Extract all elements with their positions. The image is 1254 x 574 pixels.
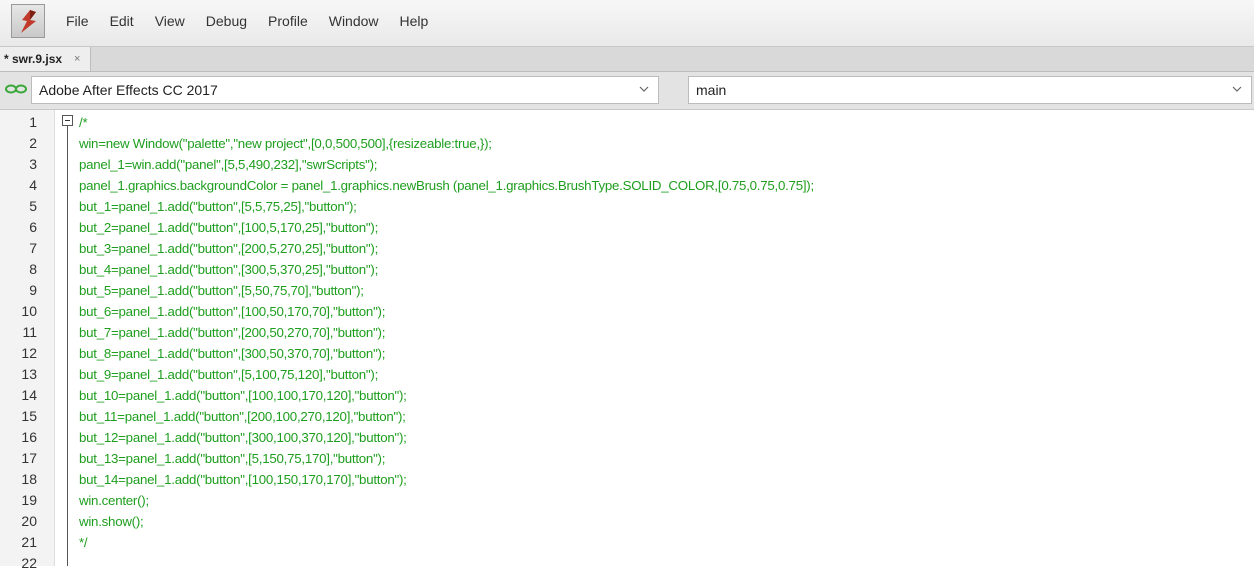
line-number: 8 (29, 261, 37, 277)
code-line[interactable]: 4 panel_1.graphics.backgroundColor = pane… (0, 175, 1254, 196)
menu-view[interactable]: View (155, 13, 185, 29)
line-number: 4 (29, 177, 37, 193)
line-number: 21 (21, 534, 37, 550)
engine-select[interactable]: main (688, 76, 1252, 104)
line-number: 11 (22, 324, 37, 340)
engine-value: main (696, 82, 727, 98)
line-number: 14 (21, 387, 37, 403)
line-number: 16 (21, 429, 37, 445)
code-text[interactable]: but_2=panel_1.add("button",[100,5,170,25… (79, 217, 378, 238)
code-text[interactable]: but_12=panel_1.add("button",[300,100,370… (79, 427, 407, 448)
code-text[interactable]: but_6=panel_1.add("button",[100,50,170,7… (79, 301, 385, 322)
line-number: 9 (29, 282, 37, 298)
code-text[interactable]: but_10=panel_1.add("button",[100,100,170… (79, 385, 407, 406)
line-number: 15 (21, 408, 37, 424)
code-text[interactable]: but_7=panel_1.add("button",[200,50,270,7… (79, 322, 385, 343)
estk-logo-icon (21, 10, 36, 33)
code-text[interactable]: but_8=panel_1.add("button",[300,50,370,7… (79, 343, 385, 364)
document-tab-bar: * swr.9.jsx × (0, 47, 1254, 72)
line-number: 10 (21, 303, 37, 319)
target-application-value: Adobe After Effects CC 2017 (39, 82, 218, 98)
line-number: 5 (29, 198, 37, 214)
line-number: 22 (21, 555, 37, 571)
chevron-down-icon (1232, 86, 1242, 92)
code-line[interactable]: 10 but_6=panel_1.add("button",[100,50,170… (0, 301, 1254, 322)
code-text[interactable]: but_1=panel_1.add("button",[5,5,75,25],"… (79, 196, 357, 217)
code-line[interactable]: 12 but_8=panel_1.add("button",[300,50,370… (0, 343, 1254, 364)
code-editor[interactable]: 1 /* 2 win=new Window("palette","new projec… (0, 110, 1254, 571)
document-tab[interactable]: * swr.9.jsx × (0, 47, 92, 71)
line-number: 2 (29, 135, 37, 151)
code-text[interactable]: but_9=panel_1.add("button",[5,100,75,120… (79, 364, 378, 385)
line-number: 20 (21, 513, 37, 529)
code-text[interactable]: but_3=panel_1.add("button",[200,5,270,25… (79, 238, 378, 259)
code-line[interactable]: 8 but_4=panel_1.add("button",[300,5,370,2… (0, 259, 1254, 280)
app-logo-icon[interactable] (11, 4, 45, 38)
line-number: 17 (21, 450, 37, 466)
link-icon[interactable] (5, 82, 27, 96)
menu-file[interactable]: File (66, 13, 89, 29)
code-text[interactable]: win=new Window("palette","new project",[… (79, 133, 492, 154)
menu-window[interactable]: Window (329, 13, 379, 29)
menu-profile[interactable]: Profile (268, 13, 308, 29)
code-text[interactable]: /* (79, 112, 88, 133)
line-number: 19 (21, 492, 37, 508)
code-line[interactable]: 3 panel_1=win.add("panel",[5,5,490,232],"… (0, 154, 1254, 175)
code-text[interactable]: but_11=panel_1.add("button",[200,100,270… (79, 406, 406, 427)
code-line[interactable]: 17 but_13=panel_1.add("button",[5,150,75,… (0, 448, 1254, 469)
menu-items: File Edit View Debug Profile Window Help (66, 13, 449, 29)
line-number: 7 (29, 240, 37, 256)
target-bar: Adobe After Effects CC 2017 main (0, 72, 1254, 110)
code-line[interactable]: 14 but_10=panel_1.add("button",[100,100,1… (0, 385, 1254, 406)
code-text[interactable]: but_5=panel_1.add("button",[5,50,75,70],… (79, 280, 364, 301)
code-text[interactable]: panel_1=win.add("panel",[5,5,490,232],"s… (79, 154, 377, 175)
code-line[interactable]: 19 win.center(); (0, 490, 1254, 511)
code-line[interactable]: 6 but_2=panel_1.add("button",[100,5,170,2… (0, 217, 1254, 238)
line-number: 6 (29, 219, 37, 235)
code-line[interactable]: 21 */ (0, 532, 1254, 553)
menu-edit[interactable]: Edit (110, 13, 134, 29)
menu-help[interactable]: Help (400, 13, 429, 29)
tab-label: * swr.9.jsx (4, 52, 63, 66)
target-application-select[interactable]: Adobe After Effects CC 2017 (31, 76, 659, 104)
code-line[interactable]: 2 win=new Window("palette","new project",… (0, 133, 1254, 154)
code-line[interactable]: 11 but_7=panel_1.add("button",[200,50,270… (0, 322, 1254, 343)
menu-bar: File Edit View Debug Profile Window Help (0, 0, 1254, 47)
code-line[interactable]: 15 but_11=panel_1.add("button",[200,100,2… (0, 406, 1254, 427)
code-text[interactable]: but_4=panel_1.add("button",[300,5,370,25… (79, 259, 378, 280)
code-text[interactable]: but_13=panel_1.add("button",[5,150,75,17… (79, 448, 385, 469)
menu-debug[interactable]: Debug (206, 13, 247, 29)
code-line[interactable]: 9 but_5=panel_1.add("button",[5,50,75,70]… (0, 280, 1254, 301)
code-text[interactable]: win.show(); (79, 511, 144, 532)
code-line[interactable]: 20 win.show(); (0, 511, 1254, 532)
code-text[interactable]: win.center(); (79, 490, 149, 511)
line-number: 12 (21, 345, 37, 361)
chevron-down-icon (639, 86, 649, 92)
line-number: 1 (29, 114, 37, 130)
code-line[interactable]: 1 /* (0, 112, 1254, 133)
tab-close-icon[interactable]: × (74, 53, 80, 65)
code-line[interactable]: 16 but_12=panel_1.add("button",[300,100,3… (0, 427, 1254, 448)
code-text[interactable]: panel_1.graphics.backgroundColor = panel… (79, 175, 814, 196)
code-line[interactable]: 18 but_14=panel_1.add("button",[100,150,1… (0, 469, 1254, 490)
code-text[interactable]: but_14=panel_1.add("button",[100,150,170… (79, 469, 407, 490)
line-number: 18 (21, 471, 37, 487)
code-line[interactable]: 13 but_9=panel_1.add("button",[5,100,75,1… (0, 364, 1254, 385)
code-line[interactable]: 5 but_1=panel_1.add("button",[5,5,75,25],… (0, 196, 1254, 217)
line-number: 3 (29, 156, 37, 172)
code-line[interactable]: 22 (0, 553, 1254, 574)
line-number: 13 (21, 366, 37, 382)
code-line[interactable]: 7 but_3=panel_1.add("button",[200,5,270,2… (0, 238, 1254, 259)
code-text[interactable]: */ (79, 532, 88, 553)
